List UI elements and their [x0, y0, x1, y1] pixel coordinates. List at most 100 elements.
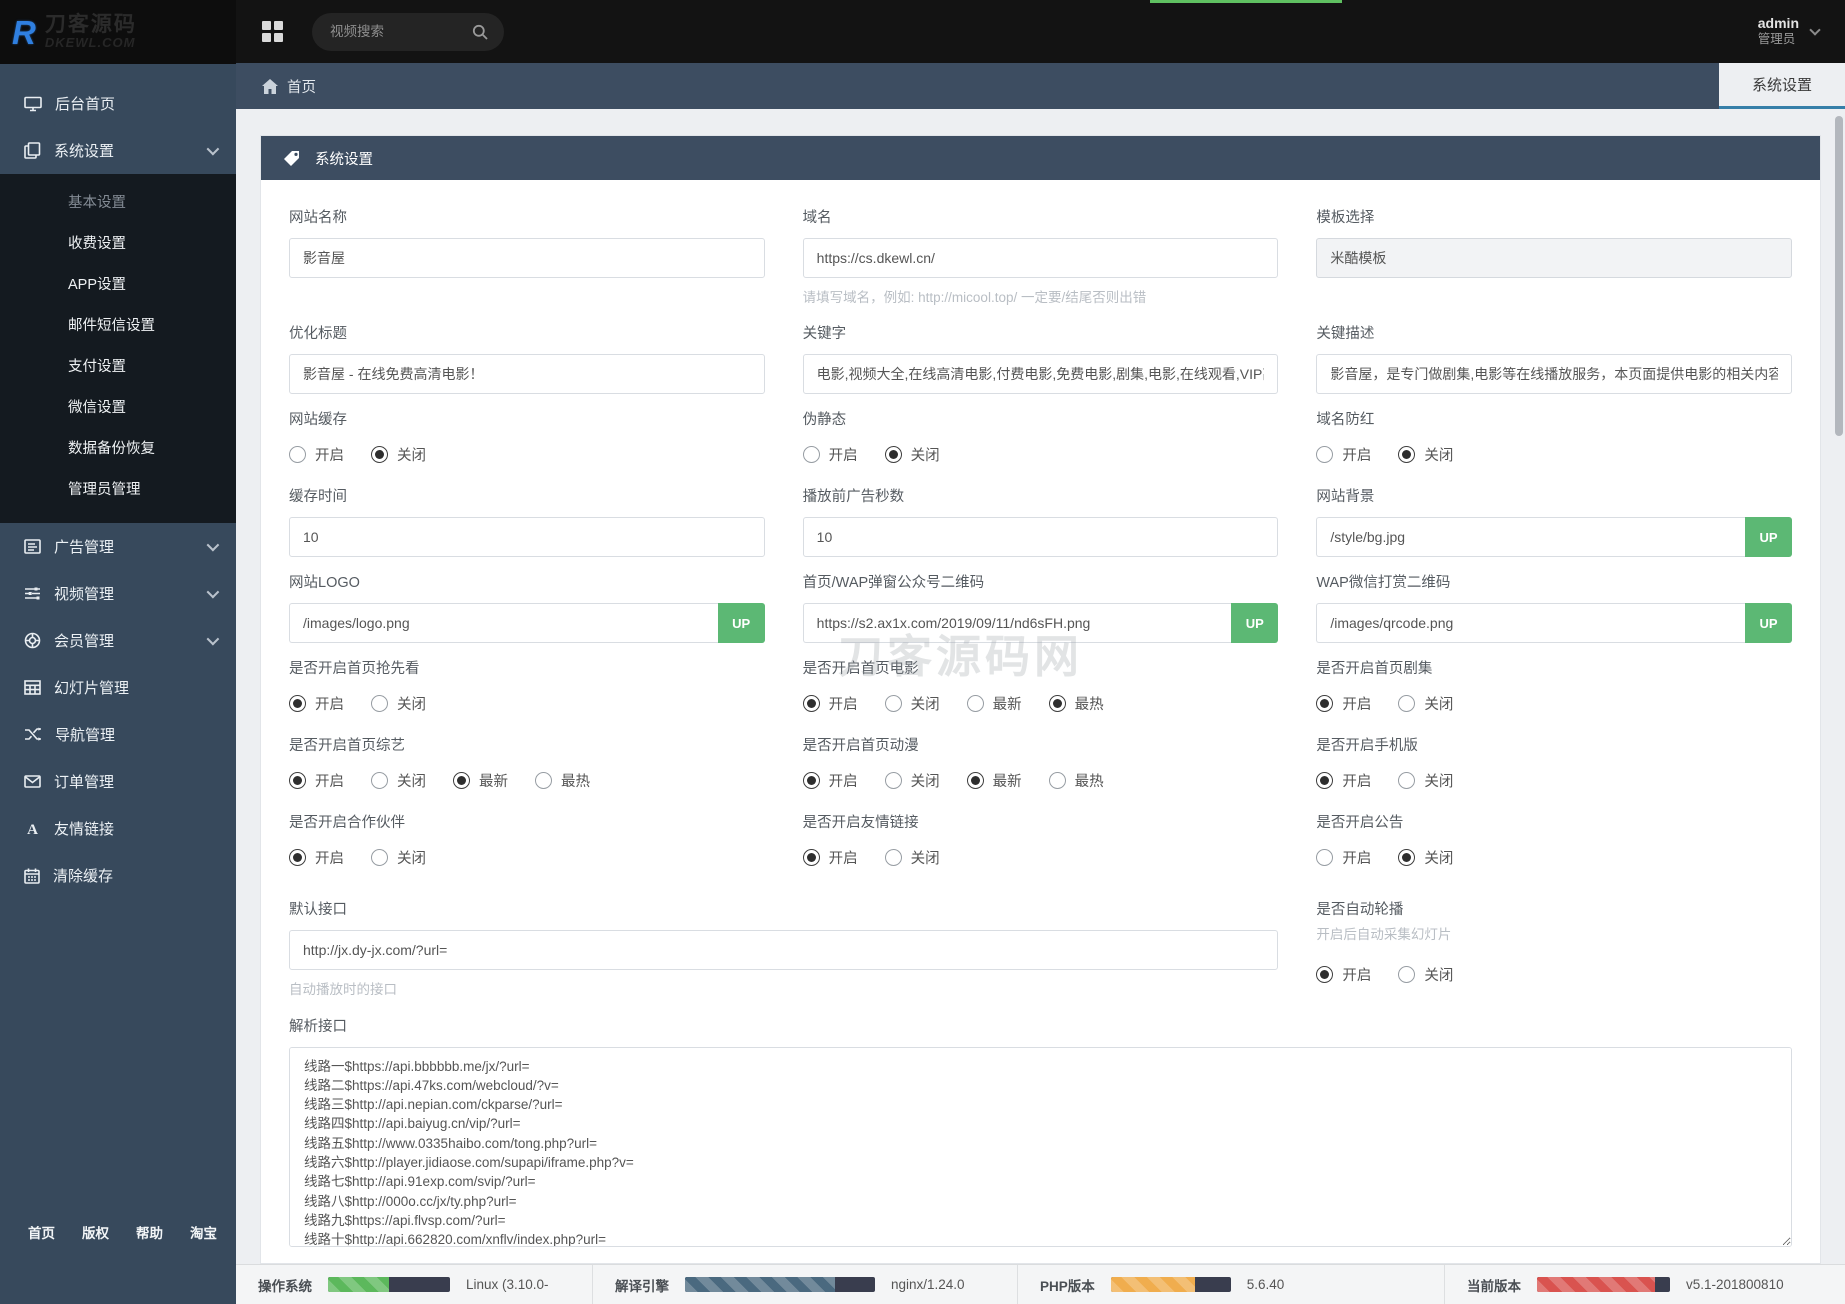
radio-icon[interactable] — [1316, 446, 1333, 463]
footer-link-taobao[interactable]: 淘宝 — [190, 1222, 217, 1242]
radio-icon[interactable] — [371, 446, 388, 463]
domain-input[interactable] — [803, 238, 1279, 278]
ad-seconds-input[interactable] — [803, 517, 1279, 557]
radio-icon[interactable] — [453, 772, 470, 789]
user-menu[interactable]: admin 管理员 — [1758, 15, 1819, 48]
reward-qrcode-input[interactable] — [1316, 603, 1745, 643]
radio-icon[interactable] — [289, 772, 306, 789]
sidebar-item-system-settings[interactable]: 系统设置 — [0, 127, 236, 174]
radio-icon[interactable] — [885, 695, 902, 712]
logo[interactable]: R 刀客源码 DKEWL.COM — [0, 0, 236, 64]
search-icon[interactable] — [472, 24, 488, 40]
footer-link-copyright[interactable]: 版权 — [82, 1222, 109, 1242]
radio-icon[interactable] — [1316, 849, 1333, 866]
radio-icon[interactable] — [803, 695, 820, 712]
upload-button[interactable]: UP — [1231, 603, 1278, 643]
radio-off[interactable]: 关闭 — [1398, 693, 1453, 714]
submenu-item-fee-settings[interactable]: 收费设置 — [0, 224, 236, 265]
radio-icon[interactable] — [535, 772, 552, 789]
radio-hottest[interactable]: 最热 — [1049, 770, 1104, 791]
radio-on[interactable]: 开启 — [289, 693, 344, 714]
sidebar-item-friend-links[interactable]: A 友情链接 — [0, 805, 236, 852]
radio-on[interactable]: 开启 — [803, 847, 858, 868]
submenu-item-backup-restore[interactable]: 数据备份恢复 — [0, 429, 236, 470]
radio-icon[interactable] — [1316, 772, 1333, 789]
radio-off[interactable]: 关闭 — [371, 444, 426, 465]
vertical-scrollbar[interactable] — [1835, 116, 1843, 436]
sidebar-item-dashboard[interactable]: 后台首页 — [0, 80, 236, 127]
radio-newest[interactable]: 最新 — [967, 770, 1022, 791]
radio-hottest[interactable]: 最热 — [1049, 693, 1104, 714]
radio-on[interactable]: 开启 — [803, 693, 858, 714]
site-name-input[interactable] — [289, 238, 765, 278]
radio-icon[interactable] — [371, 849, 388, 866]
apps-grid-icon[interactable] — [262, 21, 284, 43]
sidebar-item-orders[interactable]: 订单管理 — [0, 758, 236, 805]
default-api-input[interactable] — [289, 930, 1278, 970]
footer-link-help[interactable]: 帮助 — [136, 1222, 163, 1242]
radio-icon[interactable] — [1398, 772, 1415, 789]
radio-off[interactable]: 关闭 — [1398, 444, 1453, 465]
radio-icon[interactable] — [1398, 695, 1415, 712]
submenu-item-payment-settings[interactable]: 支付设置 — [0, 347, 236, 388]
radio-icon[interactable] — [1049, 695, 1066, 712]
radio-icon[interactable] — [885, 772, 902, 789]
description-input[interactable] — [1316, 354, 1792, 394]
parse-api-textarea[interactable]: 线路一$https://api.bbbbbb.me/jx/?url= 线路二$h… — [289, 1047, 1792, 1247]
site-logo-input[interactable] — [289, 603, 718, 643]
breadcrumb[interactable]: 首页 — [262, 76, 316, 97]
radio-on[interactable]: 开启 — [1316, 847, 1371, 868]
radio-icon[interactable] — [1398, 849, 1415, 866]
radio-icon[interactable] — [967, 695, 984, 712]
radio-off[interactable]: 关闭 — [371, 770, 426, 791]
radio-off[interactable]: 关闭 — [885, 693, 940, 714]
sidebar-item-navigation[interactable]: 导航管理 — [0, 711, 236, 758]
submenu-item-app-settings[interactable]: APP设置 — [0, 265, 236, 306]
radio-on[interactable]: 开启 — [803, 770, 858, 791]
upload-button[interactable]: UP — [1745, 517, 1792, 557]
radio-icon[interactable] — [371, 695, 388, 712]
search-input[interactable] — [328, 23, 472, 40]
radio-hottest[interactable]: 最热 — [535, 770, 590, 791]
upload-button[interactable]: UP — [718, 603, 765, 643]
radio-icon[interactable] — [1398, 966, 1415, 983]
radio-on[interactable]: 开启 — [289, 770, 344, 791]
radio-on[interactable]: 开启 — [289, 444, 344, 465]
submenu-item-wechat-settings[interactable]: 微信设置 — [0, 388, 236, 429]
radio-icon[interactable] — [1398, 446, 1415, 463]
upload-button[interactable]: UP — [1745, 603, 1792, 643]
submenu-item-admin-management[interactable]: 管理员管理 — [0, 470, 236, 511]
radio-on[interactable]: 开启 — [1316, 444, 1371, 465]
submenu-item-basic-settings[interactable]: 基本设置 — [0, 183, 236, 224]
radio-icon[interactable] — [289, 695, 306, 712]
radio-icon[interactable] — [967, 772, 984, 789]
radio-off[interactable]: 关闭 — [885, 847, 940, 868]
radio-on[interactable]: 开启 — [1316, 693, 1371, 714]
radio-icon[interactable] — [1316, 966, 1333, 983]
radio-off[interactable]: 关闭 — [885, 770, 940, 791]
radio-icon[interactable] — [803, 772, 820, 789]
sidebar-item-members[interactable]: 会员管理 — [0, 617, 236, 664]
radio-on[interactable]: 开启 — [1316, 964, 1371, 985]
site-bg-input[interactable] — [1316, 517, 1745, 557]
sidebar-item-videos[interactable]: 视频管理 — [0, 570, 236, 617]
radio-off[interactable]: 关闭 — [371, 847, 426, 868]
radio-newest[interactable]: 最新 — [967, 693, 1022, 714]
radio-icon[interactable] — [803, 446, 820, 463]
radio-icon[interactable] — [1049, 772, 1066, 789]
radio-icon[interactable] — [371, 772, 388, 789]
footer-link-home[interactable]: 首页 — [28, 1222, 55, 1242]
wap-qrcode-input[interactable] — [803, 603, 1232, 643]
sidebar-item-ads[interactable]: 广告管理 — [0, 523, 236, 570]
radio-icon[interactable] — [289, 849, 306, 866]
radio-on[interactable]: 开启 — [289, 847, 344, 868]
tab-system-settings[interactable]: 系统设置 — [1719, 63, 1845, 109]
radio-off[interactable]: 关闭 — [885, 444, 940, 465]
radio-icon[interactable] — [803, 849, 820, 866]
radio-on[interactable]: 开启 — [803, 444, 858, 465]
radio-icon[interactable] — [885, 446, 902, 463]
cache-time-input[interactable] — [289, 517, 765, 557]
template-select[interactable]: 米酷模板 — [1316, 238, 1792, 278]
seo-title-input[interactable] — [289, 354, 765, 394]
video-search-box[interactable] — [312, 13, 504, 51]
